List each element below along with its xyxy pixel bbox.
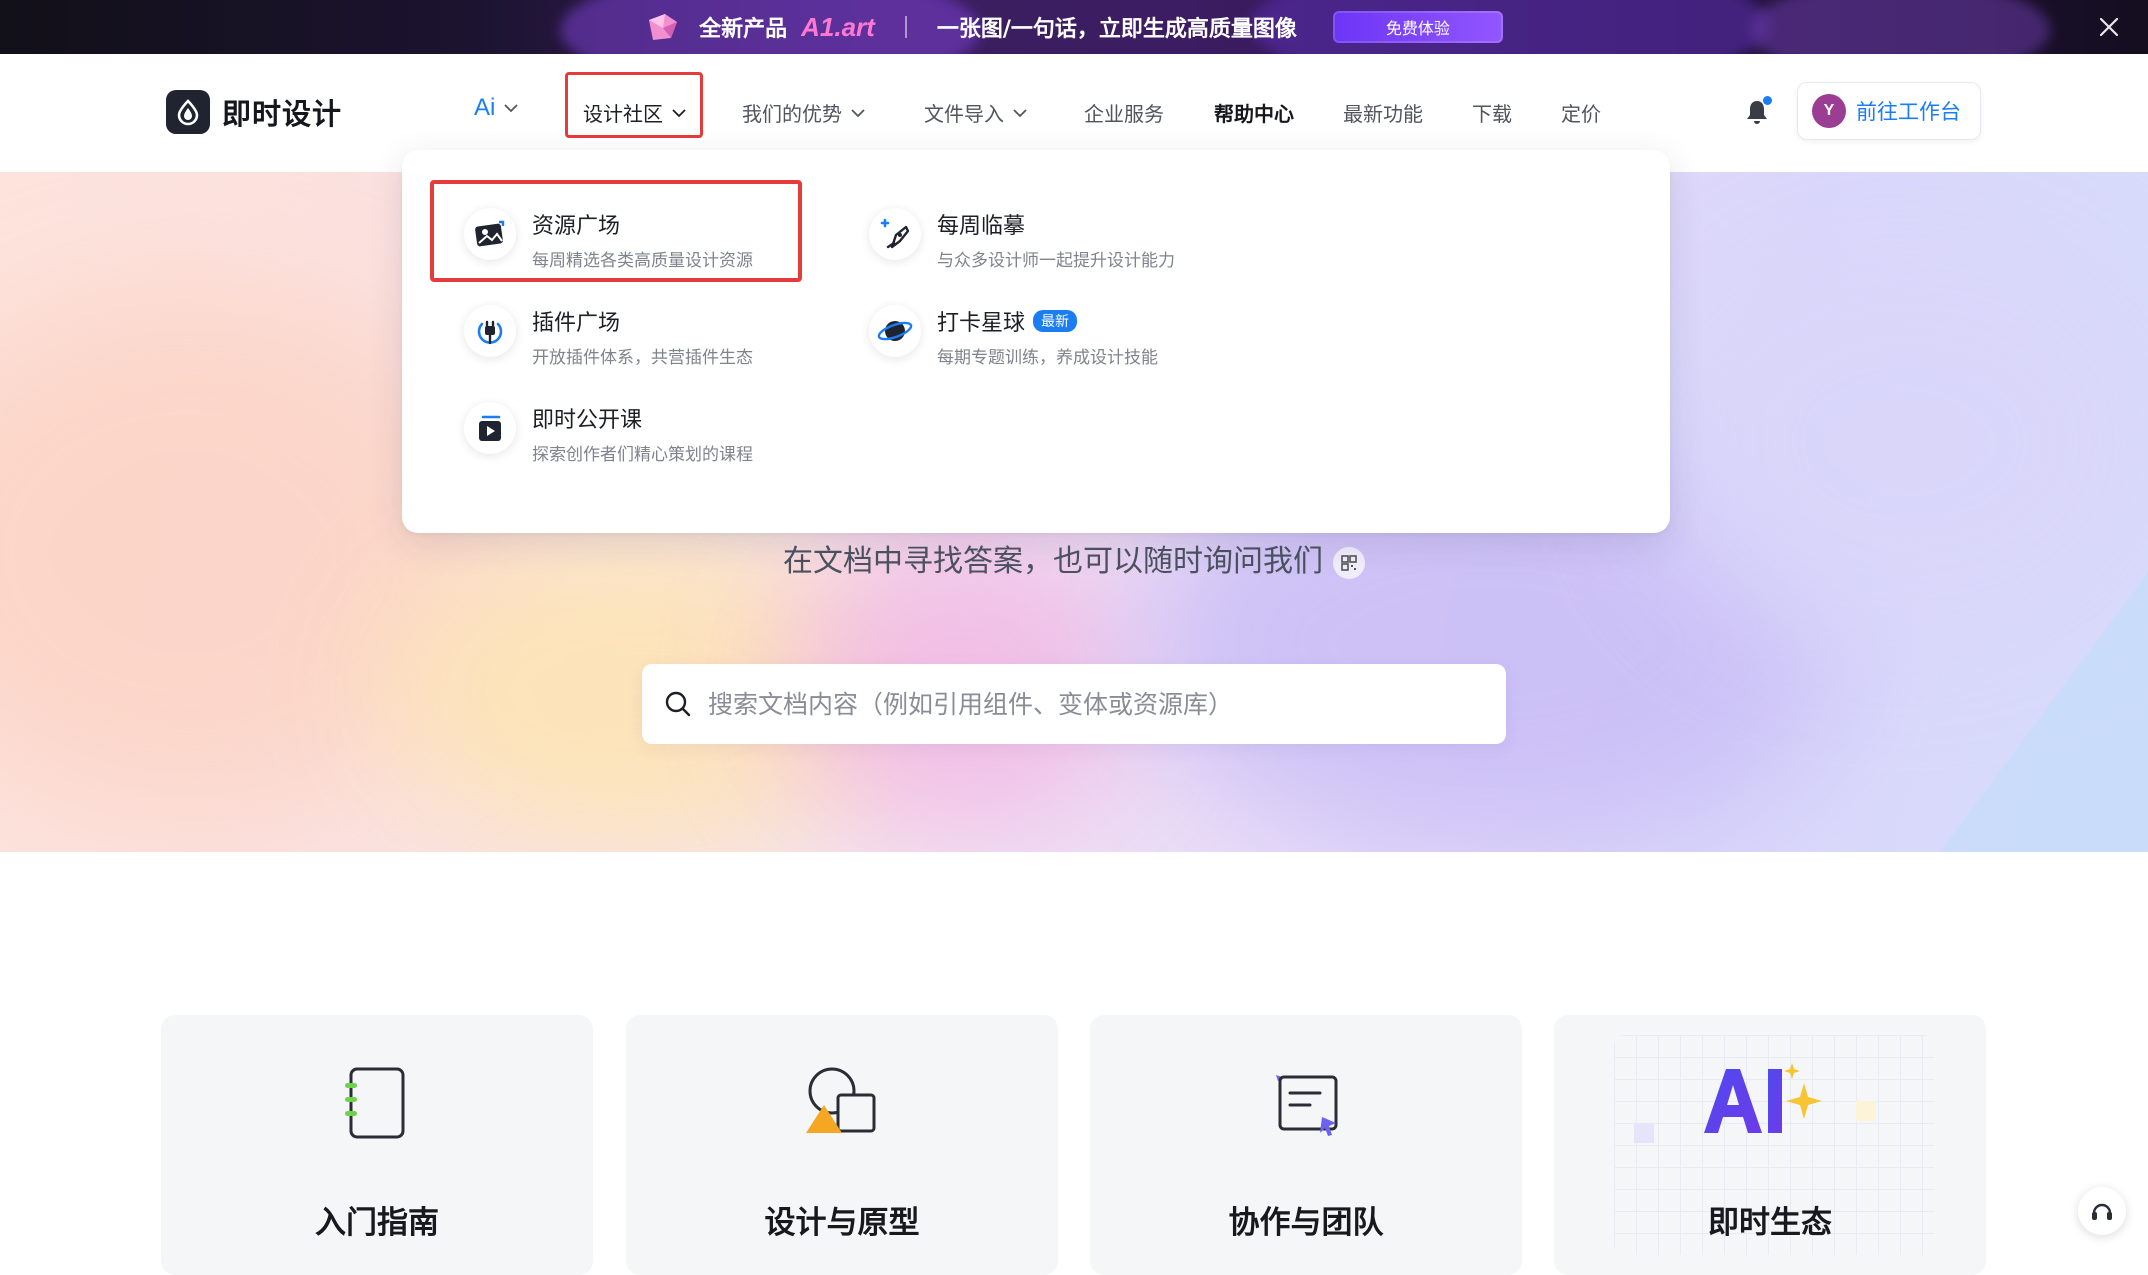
nav-label: 帮助中心: [1214, 102, 1294, 126]
nav-label: 定价: [1561, 102, 1601, 126]
nav-label: 文件导入: [924, 102, 1004, 126]
workspace-label: 前往工作台: [1856, 100, 1961, 124]
card-title: 即时生态: [1708, 1205, 1832, 1241]
avatar: Y: [1812, 94, 1846, 128]
qr-code-icon[interactable]: [1333, 546, 1365, 579]
hero-subtitle: 在文档中寻找答案，也可以随时询问我们: [0, 536, 2148, 580]
dropdown-item-desc: 每期专题训练，养成设计技能: [937, 348, 1158, 368]
nav-label: Ai: [474, 94, 496, 121]
hero-decoration: [1940, 572, 2148, 852]
logo-icon: [166, 90, 210, 134]
decorative-square: [1856, 1101, 1876, 1121]
dropdown-item-title: 打卡星球 最新: [937, 305, 1158, 337]
promo-prefix: 全新产品: [699, 17, 788, 42]
chevron-down-icon: [672, 108, 686, 117]
notification-dot: [1763, 96, 1772, 105]
dropdown-item-checkin-planet[interactable]: 打卡星球 最新 每期专题训练，养成设计技能: [869, 305, 1229, 368]
search-input[interactable]: [706, 688, 1470, 720]
nav-label: 最新功能: [1343, 102, 1423, 126]
dropdown-item-title: 插件广场: [532, 311, 621, 336]
category-card-design-prototype[interactable]: 设计与原型: [626, 1015, 1058, 1275]
promo-slogan: 一张图/一句话，立即生成高质量图像: [936, 17, 1297, 42]
dropdown-item-title-text: 打卡星球: [937, 311, 1026, 336]
promo-divider: [904, 16, 907, 38]
nav-item-new-features[interactable]: 最新功能: [1343, 98, 1423, 127]
dropdown-item-desc: 探索创作者们精心策划的课程: [532, 445, 753, 465]
shapes-icon: [806, 1067, 876, 1133]
nav-item-design-community[interactable]: 设计社区: [583, 98, 687, 127]
dropdown-item-weekly-copy[interactable]: 每周临摹 与众多设计师一起提升设计能力: [869, 208, 1229, 271]
ai-sparkle-icon: [1704, 1063, 1822, 1133]
search-bar[interactable]: [642, 664, 1506, 744]
video-play-icon: [464, 402, 516, 454]
card-title: 设计与原型: [764, 1205, 920, 1241]
nav-label: 下载: [1472, 102, 1512, 126]
nav-item-enterprise[interactable]: 企业服务: [1084, 98, 1164, 127]
chevron-down-icon: [1013, 108, 1027, 117]
nav-item-help-center[interactable]: 帮助中心: [1214, 98, 1294, 127]
dropdown-item-title: 即时公开课: [532, 408, 643, 433]
chevron-down-icon: [504, 104, 518, 113]
dropdown-item-plugin-square[interactable]: 插件广场 开放插件体系，共营插件生态: [464, 305, 824, 368]
category-card-ecosystem[interactable]: 即时生态: [1554, 1015, 1986, 1275]
card-title: 协作与团队: [1228, 1205, 1384, 1241]
workspace-button[interactable]: Y 前往工作台: [1797, 82, 1981, 140]
dropdown-item-desc: 开放插件体系，共营插件生态: [532, 348, 753, 368]
nav-item-advantages[interactable]: 我们的优势: [742, 98, 866, 127]
customer-support-button[interactable]: [2078, 1187, 2126, 1235]
nav-label: 设计社区: [583, 102, 663, 126]
logo[interactable]: 即时设计: [166, 90, 342, 134]
gem-icon: [649, 14, 678, 40]
promo-banner: 全新产品 A1.art 一张图/一句话，立即生成高质量图像 免费体验: [0, 0, 2148, 54]
nav-label: 企业服务: [1084, 102, 1164, 126]
collaboration-doc-icon: [1276, 1075, 1338, 1136]
decorative-square: [1634, 1123, 1654, 1143]
planet-icon: [869, 305, 921, 357]
new-badge: 最新: [1033, 310, 1078, 332]
search-icon: [665, 691, 691, 717]
nav-item-file-import[interactable]: 文件导入: [924, 98, 1028, 127]
dropdown-selection-highlight: [430, 180, 802, 282]
nav-item-download[interactable]: 下载: [1472, 98, 1512, 127]
plug-icon: [464, 305, 516, 357]
headset-icon: [2092, 1203, 2112, 1220]
hero-subtitle-text: 在文档中寻找答案，也可以随时询问我们: [783, 544, 1323, 579]
logo-text: 即时设计: [222, 97, 343, 131]
category-card-collaboration[interactable]: 协作与团队: [1090, 1015, 1522, 1275]
nav-item-pricing[interactable]: 定价: [1561, 98, 1601, 127]
dropdown-item-desc: 与众多设计师一起提升设计能力: [937, 251, 1175, 271]
close-icon[interactable]: [2096, 14, 2122, 40]
dropdown-item-open-course[interactable]: 即时公开课 探索创作者们精心策划的课程: [464, 402, 824, 465]
card-title: 入门指南: [315, 1205, 439, 1241]
nav-label: 我们的优势: [742, 102, 842, 126]
promo-cta-button[interactable]: 免费体验: [1332, 11, 1503, 43]
chevron-down-icon: [851, 108, 865, 117]
dropdown-item-title: 每周临摹: [937, 214, 1026, 239]
category-card-getting-started[interactable]: 入门指南: [161, 1015, 593, 1275]
notebook-icon: [345, 1067, 405, 1139]
pen-plus-icon: [869, 208, 921, 260]
promo-brand: A1.art: [801, 11, 875, 42]
nav-item-ai[interactable]: Ai: [474, 94, 519, 122]
